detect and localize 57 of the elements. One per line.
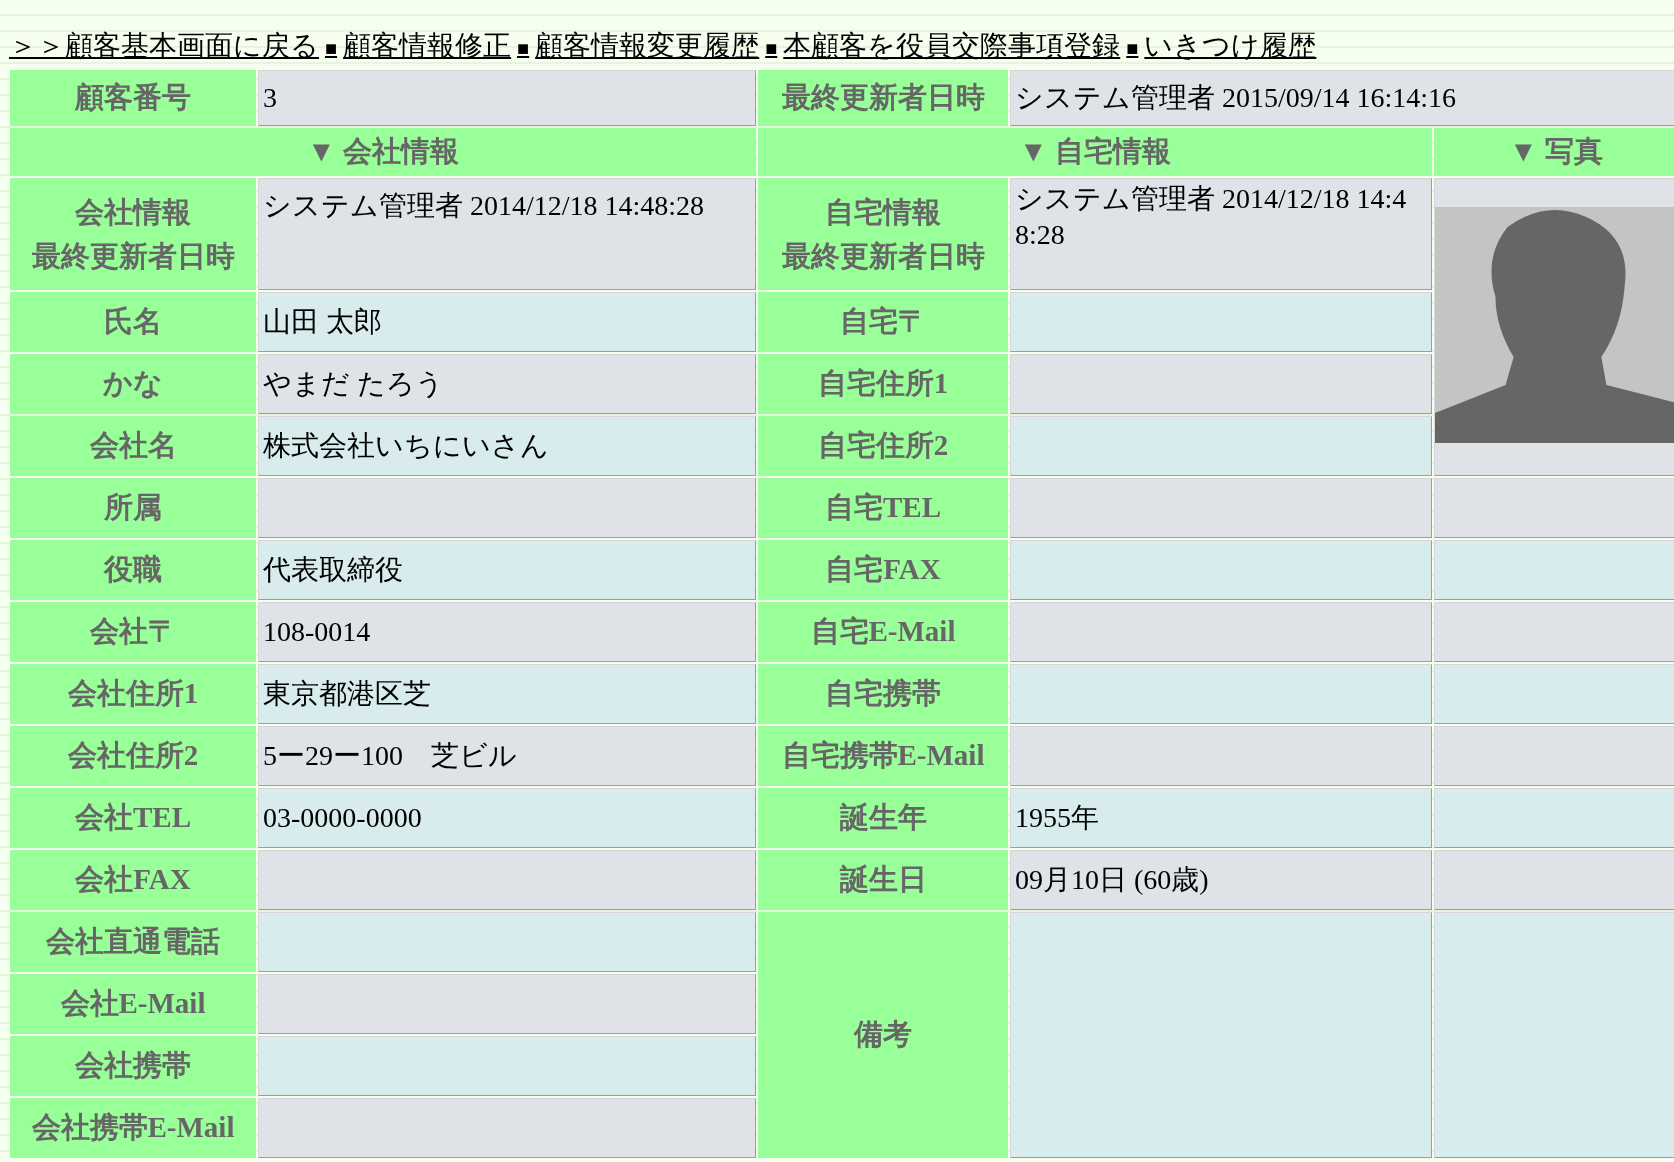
- field-label: 会社情報: [74, 195, 192, 230]
- nav-link[interactable]: 顧客情報修正: [343, 30, 512, 61]
- field-value: 108-0014: [258, 602, 756, 662]
- field-value: 3: [258, 70, 756, 126]
- field-value: システム管理者 2014/12/18 14:48:28: [1010, 178, 1432, 290]
- field-value: 東京都港区芝: [258, 664, 756, 724]
- field-label: 自宅E-Mail: [758, 602, 1008, 662]
- field-label: 自宅〒: [758, 292, 1008, 352]
- field-label: 自宅住所2: [758, 416, 1008, 476]
- field-value: 1955年: [1010, 788, 1432, 848]
- field-label: 自宅携帯E-Mail: [758, 726, 1008, 786]
- field-label: 役職: [10, 540, 256, 600]
- section-header: ▼ 写真: [1434, 128, 1674, 176]
- field-value: 09月10日 (60歳): [1010, 850, 1432, 910]
- field-label: 会社携帯E-Mail: [10, 1098, 256, 1158]
- field-value: やまだ たろう: [258, 354, 756, 414]
- field-value: 山田 太郎: [258, 292, 756, 352]
- nav-link[interactable]: ＞＞顧客基本画面に戻る: [9, 30, 319, 61]
- nav-link[interactable]: いきつけ履歴: [1144, 30, 1317, 61]
- field-label: 会社〒: [10, 602, 256, 662]
- field-label: 会社携帯: [10, 1036, 256, 1096]
- field-label: 顧客番号: [10, 70, 256, 126]
- field-value: システム管理者 2015/09/14 16:14:16: [1010, 70, 1674, 126]
- field-label: 氏名: [10, 292, 256, 352]
- field-label: 最終更新者日時: [780, 239, 986, 274]
- field-label: 最終更新者日時: [30, 239, 236, 274]
- field-value: 03-0000-0000: [258, 788, 756, 848]
- separator-mark: ■: [1125, 37, 1140, 59]
- field-label: 会社住所2: [10, 726, 256, 786]
- field-label: 最終更新者日時: [758, 70, 1008, 126]
- nav-link[interactable]: 本顧客を役員交際事項登録: [783, 30, 1121, 61]
- field-label: 自宅TEL: [758, 478, 1008, 538]
- field-label: 会社FAX: [10, 850, 256, 910]
- separator-mark: ■: [324, 37, 339, 59]
- field-label: 自宅携帯: [758, 664, 1008, 724]
- section-header: ▼ 自宅情報: [758, 128, 1432, 176]
- section-header: ▼ 会社情報: [10, 128, 756, 176]
- separator-mark: ■: [764, 37, 779, 59]
- field-value: システム管理者 2014/12/18 14:48:28: [258, 178, 756, 290]
- field-label: 自宅FAX: [758, 540, 1008, 600]
- field-label: 会社直通電話: [10, 912, 256, 972]
- field-label: 会社E-Mail: [10, 974, 256, 1034]
- field-label: 備考: [758, 912, 1008, 1158]
- field-label: 誕生年: [758, 788, 1008, 848]
- field-label: 会社TEL: [10, 788, 256, 848]
- field-label: 所属: [10, 478, 256, 538]
- field-label: 自宅住所1: [758, 354, 1008, 414]
- field-label: 会社住所1: [10, 664, 256, 724]
- nav-link[interactable]: 顧客情報変更履歴: [535, 30, 760, 61]
- field-label: 会社名: [10, 416, 256, 476]
- field-label: 自宅情報: [824, 195, 942, 230]
- field-value: 株式会社いちにいさん: [258, 416, 756, 476]
- separator-mark: ■: [516, 37, 531, 59]
- field-value: 代表取締役: [258, 540, 756, 600]
- field-label: かな: [10, 354, 256, 414]
- field-value: 5ー29ー100 芝ビル: [258, 726, 756, 786]
- field-label: 誕生日: [758, 850, 1008, 910]
